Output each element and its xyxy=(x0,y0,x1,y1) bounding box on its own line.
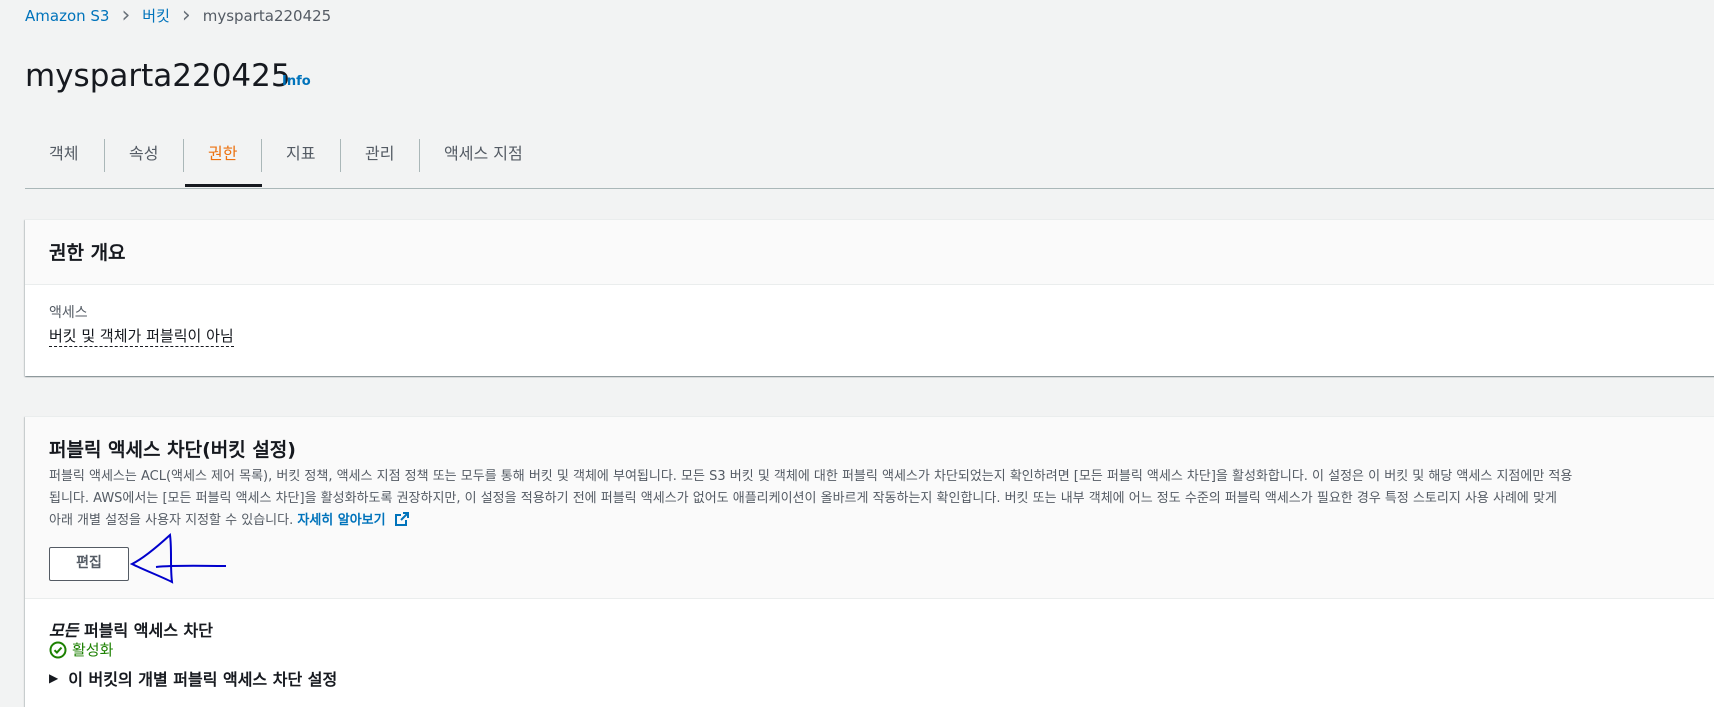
hand-drawn-arrow-annotation xyxy=(130,532,227,584)
tab-divider xyxy=(104,139,105,172)
access-value[interactable]: 버킷 및 객체가 퍼블릭이 아님 xyxy=(49,327,234,347)
tab-metrics[interactable]: 지표 xyxy=(286,139,315,189)
edit-button[interactable]: 편집 xyxy=(49,547,129,581)
learn-more-link[interactable]: 자세히 알아보기 xyxy=(297,512,410,528)
description-line: 퍼블릭 액세스는 ACL(액세스 제어 목록), 버킷 정책, 액세스 지점 정… xyxy=(49,469,1573,484)
permissions-overview-panel: 권한 개요 액세스 버킷 및 객체가 퍼블릭이 아님 xyxy=(25,219,1714,376)
breadcrumb-current: mysparta220425 xyxy=(202,6,332,25)
breadcrumb-buckets[interactable]: 버킷 xyxy=(142,5,170,26)
tab-divider xyxy=(419,139,420,172)
tab-divider xyxy=(340,139,341,172)
block-public-heading: 퍼블릭 액세스 차단(버킷 설정) xyxy=(49,439,296,461)
caret-right-icon: ▶ xyxy=(49,671,59,685)
panel-header: 권한 개요 xyxy=(25,220,1714,285)
block-public-access-panel: 퍼블릭 액세스 차단(버킷 설정) 퍼블릭 액세스는 ACL(액세스 제어 목록… xyxy=(25,416,1714,707)
status-text: 활성화 xyxy=(72,641,114,659)
tab-divider xyxy=(261,139,262,172)
tab-divider xyxy=(183,139,184,172)
info-link[interactable]: Info xyxy=(282,74,311,89)
external-link-icon xyxy=(395,512,410,526)
overview-heading: 권한 개요 xyxy=(49,242,126,264)
access-label: 액세스 xyxy=(49,305,88,321)
tab-properties[interactable]: 속성 xyxy=(129,139,158,189)
breadcrumb-s3[interactable]: Amazon S3 xyxy=(25,7,109,25)
all-block-label: 모든 퍼블릭 액세스 차단 xyxy=(49,617,213,641)
breadcrumb: Amazon S3 › 버킷 › mysparta220425 xyxy=(25,2,332,28)
active-tab-indicator xyxy=(185,184,262,187)
block-public-description: 퍼블릭 액세스는 ACL(액세스 제어 목록), 버킷 정책, 액세스 지점 정… xyxy=(49,466,1714,532)
tab-objects[interactable]: 객체 xyxy=(49,139,78,189)
panel-header: 퍼블릭 액세스 차단(버킷 설정) 퍼블릭 액세스는 ACL(액세스 제어 목록… xyxy=(25,417,1714,599)
description-line: 아래 개별 설정을 사용자 지정할 수 있습니다. xyxy=(49,513,294,528)
learn-more-label: 자세히 알아보기 xyxy=(297,513,386,528)
tab-permissions[interactable]: 권한 xyxy=(208,139,237,189)
description-line: 됩니다. AWS에서는 [모든 퍼블릭 액세스 차단]을 활성화하도록 권장하지… xyxy=(49,491,1557,506)
tab-bar xyxy=(25,138,1714,189)
tab-management[interactable]: 관리 xyxy=(365,139,394,189)
all-block-label-rest: 퍼블릭 액세스 차단 xyxy=(78,621,213,640)
tab-access-points[interactable]: 액세스 지점 xyxy=(444,139,523,189)
status-badge: 활성화 xyxy=(49,639,113,660)
page-title: mysparta220425 xyxy=(25,58,291,94)
chevron-right-icon: › xyxy=(181,2,191,28)
chevron-right-icon: › xyxy=(121,2,131,28)
all-block-label-italic: 모든 xyxy=(49,621,79,640)
individual-settings-expander[interactable]: ▶ 이 버킷의 개별 퍼블릭 액세스 차단 설정 xyxy=(49,666,337,690)
check-circle-icon xyxy=(49,641,67,658)
expander-label: 이 버킷의 개별 퍼블릭 액세스 차단 설정 xyxy=(68,670,338,689)
